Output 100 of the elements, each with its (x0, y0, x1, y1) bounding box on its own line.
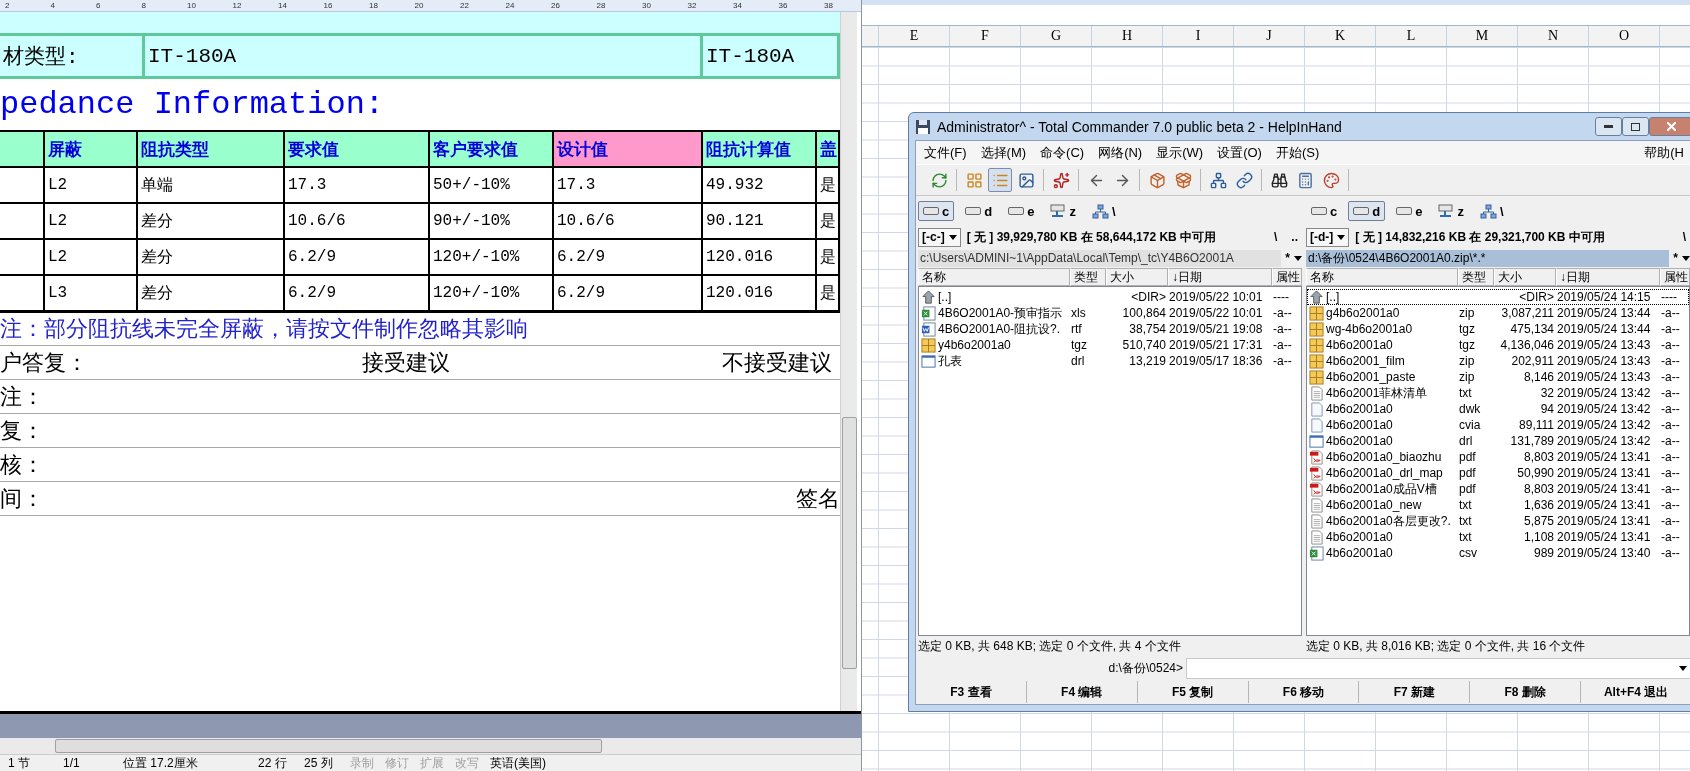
function-key-button[interactable]: F7 新建 (1359, 681, 1471, 703)
menu-item[interactable]: 文件(F) (924, 143, 967, 162)
drive-button[interactable]: d (1348, 201, 1386, 221)
file-row[interactable]: 4b6o2001a0 cvia 89,111 2019/05/24 13:42 -a-- (1307, 417, 1689, 433)
function-key-button[interactable]: F5 复制 (1137, 681, 1249, 703)
ruler-number: 36 (778, 0, 788, 11)
file-row[interactable]: 4b6o2001a0_biaozhu pdf 8,803 2019/05/24 13:41 -a-- (1307, 449, 1689, 465)
column-header[interactable]: 属性 (1272, 268, 1302, 286)
drive-icon (923, 206, 939, 216)
horizontal-scrollbar[interactable] (0, 738, 861, 754)
reject-option: 不接受建议 (722, 347, 840, 378)
menu-item[interactable]: 帮助(H (1644, 143, 1684, 162)
column-header[interactable]: 属性 (1660, 268, 1690, 286)
parent-button[interactable]: .. (1287, 228, 1302, 246)
ruler-number: 8 (141, 0, 146, 11)
filter-button[interactable]: * (1669, 249, 1682, 267)
drive-dropdown[interactable]: [-d-] (1306, 227, 1350, 247)
minimize-button[interactable] (1595, 117, 1622, 136)
menu-item[interactable]: 选择(M) (980, 143, 1027, 162)
file-row[interactable]: 4b6o2001a0 csv 989 2019/05/24 13:40 -a-- (1307, 545, 1689, 561)
root-button[interactable]: \ (1270, 228, 1282, 246)
file-row[interactable]: 4B6O2001A0-预审指示 xls 100,864 2019/05/22 10:01 -a-- (919, 305, 1301, 321)
column-header[interactable]: L (1376, 26, 1447, 46)
scrollbar-thumb[interactable] (841, 417, 857, 669)
maximize-button[interactable] (1622, 117, 1649, 136)
function-key-button[interactable]: F6 移动 (1248, 681, 1360, 703)
column-header[interactable]: 名称 (1306, 268, 1458, 286)
column-header[interactable]: F (950, 26, 1021, 46)
file-row[interactable]: 4b6o2001a0_drl_map pdf 50,990 2019/05/24 13:41 -a-- (1307, 465, 1689, 481)
table-cell: 6.2/9 (285, 240, 430, 276)
file-row[interactable]: [..] <DIR> 2019/05/24 14:15 ---- (1307, 289, 1689, 305)
file-size: 8,803 (1523, 449, 1555, 465)
drive-button[interactable]: c (1306, 201, 1343, 221)
function-key-button[interactable]: F8 删除 (1470, 681, 1582, 703)
menu-item[interactable]: 显示(W) (1156, 143, 1204, 162)
file-row[interactable]: 4b6o2001a0 drl 131,789 2019/05/24 13:42 -a-- (1307, 433, 1689, 449)
column-header[interactable]: H (1092, 26, 1163, 46)
file-attributes: -a-- (1661, 433, 1681, 449)
column-header[interactable]: I (1163, 26, 1234, 46)
close-button[interactable] (1649, 117, 1690, 136)
file-row[interactable]: wg-4b6o2001a0 tgz 475,134 2019/05/24 13:44 -a-- (1307, 321, 1689, 337)
vertical-scrollbar[interactable] (840, 12, 857, 711)
root-button[interactable]: \ (1678, 228, 1690, 246)
file-type: pdf (1459, 449, 1477, 465)
function-key-button[interactable]: F3 查看 (916, 681, 1027, 703)
column-header[interactable]: E (879, 26, 950, 46)
file-row[interactable]: 4b6o2001a0_new txt 1,636 2019/05/24 13:41 -a-- (1307, 497, 1689, 513)
drive-button[interactable]: \ (1086, 201, 1121, 221)
file-row[interactable]: 4b6o2001_film zip 202,911 2019/05/24 13:43 -a-- (1307, 353, 1689, 369)
drive-button[interactable]: z (1433, 201, 1469, 221)
drive-dropdown[interactable]: [-c-] (918, 227, 961, 247)
filter-button[interactable]: * (1281, 249, 1294, 267)
function-key-button[interactable]: F4 编辑 (1026, 681, 1138, 703)
column-header[interactable]: M (1447, 26, 1518, 46)
file-row[interactable]: [..] <DIR> 2019/05/22 10:01 ---- (919, 289, 1301, 305)
file-date: 2019/05/17 18:36 (1169, 353, 1264, 369)
path-bar[interactable]: c:\Users\ADMINI~1\AppData\Local\Temp\_tc\Y4B6O2001A (918, 249, 1282, 267)
file-row[interactable]: 4b6o2001菲林清单 txt 32 2019/05/24 13:42 -a-- (1307, 385, 1689, 401)
column-header[interactable]: 大小 (1494, 268, 1556, 286)
drive-button[interactable]: z (1045, 201, 1081, 221)
file-row[interactable]: y4b6o2001a0 tgz 510,740 2019/05/21 17:31 -a-- (919, 337, 1301, 353)
drive-button[interactable]: e (1003, 201, 1040, 221)
drive-button[interactable]: \ (1474, 201, 1509, 221)
drive-button[interactable]: d (960, 201, 998, 221)
file-row[interactable]: 4b6o2001a0各层更改?. txt 5,875 2019/05/24 13:41 -a-- (1307, 513, 1689, 529)
scrollbar-thumb[interactable] (55, 739, 602, 753)
column-header[interactable]: G (1021, 26, 1092, 46)
file-row[interactable]: 4b6o2001a0 txt 1,108 2019/05/24 13:41 -a-- (1307, 529, 1689, 545)
column-header[interactable]: 类型 (1070, 268, 1106, 286)
file-name: 4b6o2001a0_drl_map (1326, 465, 1443, 481)
file-row[interactable]: 4b6o2001a0 tgz 4,136,046 2019/05/24 13:43 -a-- (1307, 337, 1689, 353)
file-row[interactable]: 4b6o2001a0成品V槽 pdf 8,803 2019/05/24 13:41 -a-- (1307, 481, 1689, 497)
column-header[interactable]: ↓日期 (1168, 268, 1272, 286)
column-header[interactable]: 类型 (1458, 268, 1494, 286)
window-icon (921, 353, 936, 369)
file-row[interactable]: 孔表 drl 13,219 2019/05/17 18:36 -a-- (919, 353, 1301, 369)
column-header[interactable]: K (1305, 26, 1376, 46)
column-header[interactable]: J (1234, 26, 1305, 46)
file-row[interactable]: 4b6o2001a0 dwk 94 2019/05/24 13:42 -a-- (1307, 401, 1689, 417)
ruler[interactable]: 2 4 6 8 10 12 14 16 18 20 22 24 26 28 30 32 34 36 38 (0, 0, 861, 12)
menu-item[interactable]: 开始(S) (1275, 143, 1320, 162)
drive-button[interactable]: c (918, 201, 955, 221)
drive-button[interactable]: e (1391, 201, 1428, 221)
function-key-button[interactable]: Alt+F4 退出 (1581, 681, 1690, 703)
file-row[interactable]: 4B6O2001A0-阻抗设?. rtf 38,754 2019/05/21 19:08 -a-- (919, 321, 1301, 337)
file-row[interactable]: 4b6o2001_paste zip 8,146 2019/05/24 13:43 -a-- (1307, 369, 1689, 385)
status-language[interactable]: 英语(美国) (482, 754, 582, 771)
column-header[interactable]: O (1589, 26, 1660, 46)
menu-item[interactable]: 设置(O) (1217, 143, 1262, 162)
column-header[interactable]: ↓日期 (1556, 268, 1660, 286)
column-header[interactable]: N (1518, 26, 1589, 46)
menu-item[interactable]: 命令(C) (1040, 143, 1085, 162)
path-bar[interactable]: d:\备份\0524\4B6O2001A0.zip\*.* (1306, 249, 1670, 267)
command-field[interactable] (1186, 657, 1690, 679)
list-view-button[interactable] (988, 168, 1012, 192)
menu-item[interactable]: 网络(N) (1098, 143, 1143, 162)
column-header[interactable]: 名称 (918, 268, 1070, 286)
file-name: [..] (1326, 289, 1340, 305)
column-header[interactable]: 大小 (1106, 268, 1168, 286)
file-row[interactable]: g4b6o2001a0 zip 3,087,211 2019/05/24 13:44 -a-- (1307, 305, 1689, 321)
